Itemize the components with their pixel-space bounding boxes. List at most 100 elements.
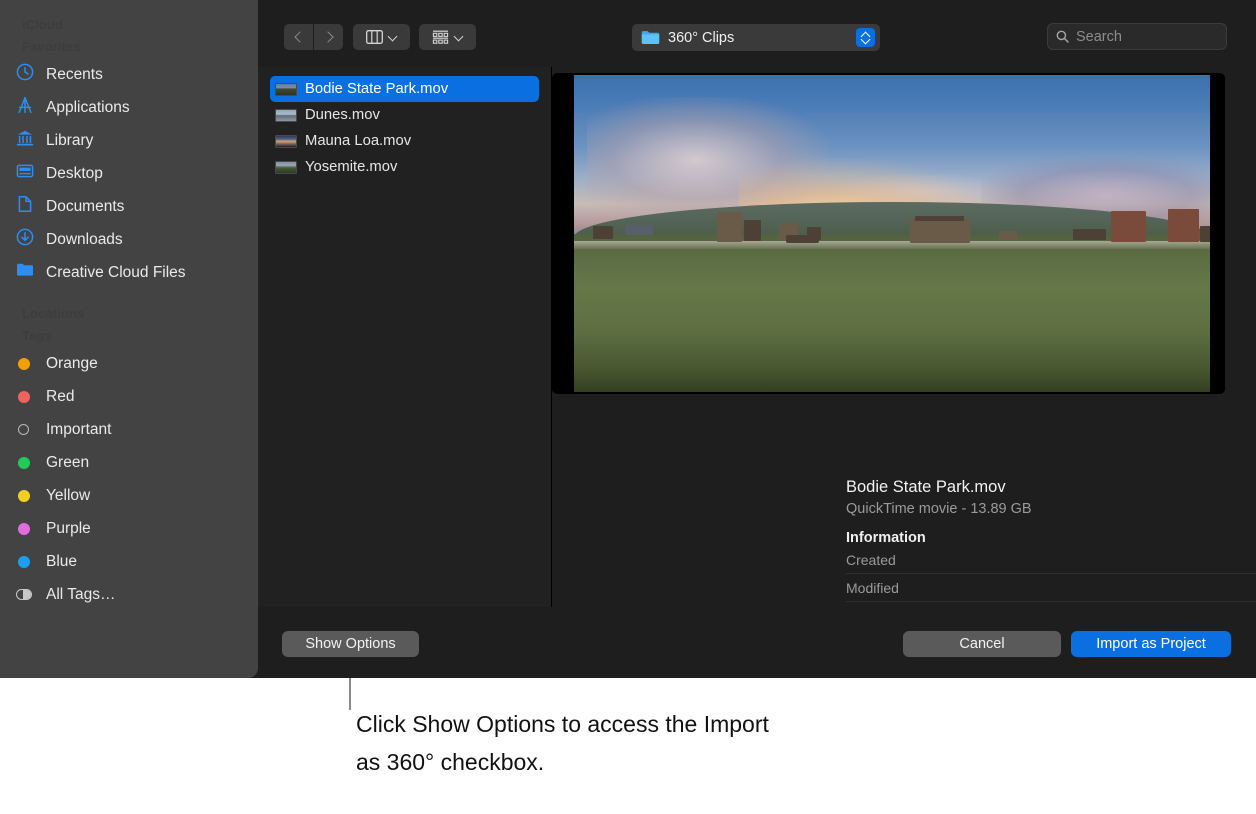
search-icon [1056,30,1069,43]
tag-dot-icon [18,457,30,469]
import-as-project-label: Import as Project [1096,636,1206,652]
sidebar-item-important[interactable]: Important [0,413,258,446]
forward-button[interactable] [314,24,343,50]
sidebar-item-all-tags[interactable]: All Tags… [0,578,258,611]
info-panel: Bodie State Park.mov QuickTime movie - 1… [846,478,1256,607]
show-options-button[interactable]: Show Options [282,631,419,657]
all-tags-icon [16,589,32,600]
sidebar-item-label: Orange [46,355,98,373]
file-list-item[interactable]: Yosemite.mov [270,154,539,180]
sidebar-item-label: Blue [46,553,77,571]
folder-path-popup[interactable]: 360° Clips [632,24,880,51]
folder-icon [641,30,660,45]
file-list-item[interactable]: Dunes.mov [270,102,539,128]
sidebar-item-label: Recents [46,66,103,84]
sidebar-item-label: Downloads [46,231,123,249]
tag-dot-icon [18,556,30,568]
file-name: Yosemite.mov [305,159,397,175]
file-list[interactable]: Bodie State Park.mov Dunes.mov Mauna Loa.m… [258,67,552,607]
sidebar-section-header: iCloud [0,14,258,36]
video-thumbnail-icon [275,83,297,96]
sidebar-item-blue[interactable]: Blue [0,545,258,578]
video-thumbnail-icon [275,161,297,174]
sidebar-item-green[interactable]: Green [0,446,258,479]
up-down-stepper-icon[interactable] [856,28,875,47]
tag-ring-icon [18,424,29,435]
sidebar-item-purple[interactable]: Purple [0,512,258,545]
tag-dot-icon [18,523,30,535]
sidebar-item-label: Green [46,454,89,472]
sidebar-item-label: Desktop [46,165,103,183]
sidebar-item-desktop[interactable]: Desktop [0,157,258,190]
sidebar-item-label: Red [46,388,74,406]
folder-icon [16,261,34,284]
download-icon [16,228,34,251]
sidebar-item-label: All Tags… [46,586,116,604]
information-header: Information Show More [846,529,1256,546]
sidebar-section-header: Favorites [0,36,258,58]
show-options-label: Show Options [305,636,395,652]
sidebar-section-header: Locations [0,303,258,325]
clock-icon [16,63,34,86]
panorama-image [574,75,1210,392]
bottom-bar: Show Options Cancel Import as Project [258,607,1256,678]
group-view-button[interactable] [419,24,476,50]
file-list-item[interactable]: Mauna Loa.mov [270,128,539,154]
info-row-key: Created [846,552,896,568]
media-preview[interactable] [552,73,1225,394]
cancel-button[interactable]: Cancel [903,631,1061,657]
chevron-right-icon [324,32,334,42]
info-row-key: Modified [846,580,899,596]
sidebar-item-creative-cloud-files[interactable]: Creative Cloud Files [0,256,258,289]
information-rows: CreatedThursday, November 30, 2017 at 11… [846,546,1256,607]
chevron-down-icon [455,33,464,42]
file-name: Mauna Loa.mov [305,133,411,149]
sidebar-item-label: Important [46,421,111,439]
file-subtitle: QuickTime movie - 13.89 GB [846,501,1256,517]
file-name: Dunes.mov [305,107,380,123]
sidebar: iCloudFavorites Recents Applications Librar… [0,0,258,678]
chevron-down-icon [389,33,398,42]
column-view-button[interactable] [353,24,410,50]
information-heading: Information [846,530,926,546]
back-button[interactable] [284,24,313,50]
folder-path-label: 360° Clips [668,30,856,46]
sidebar-item-documents[interactable]: Documents [0,190,258,223]
tag-dot-icon [18,391,30,403]
sidebar-item-recents[interactable]: Recents [0,58,258,91]
desktop-icon [16,162,34,185]
sidebar-item-label: Creative Cloud Files [46,264,186,282]
tag-dot-icon [18,490,30,502]
toolbar: 360° Clips Search [258,0,1256,67]
library-icon [16,129,34,152]
file-list-item[interactable]: Bodie State Park.mov [270,76,539,102]
file-name: Bodie State Park.mov [305,81,448,97]
sidebar-item-label: Documents [46,198,124,216]
search-input[interactable]: Search [1047,23,1227,50]
search-placeholder: Search [1076,29,1122,45]
group-view-icon [432,30,449,45]
chevron-left-icon [294,32,304,42]
sidebar-item-label: Applications [46,99,130,117]
sidebar-item-red[interactable]: Red [0,380,258,413]
sidebar-item-downloads[interactable]: Downloads [0,223,258,256]
applications-icon [16,96,34,119]
sidebar-item-applications[interactable]: Applications [0,91,258,124]
video-thumbnail-icon [275,135,297,148]
sidebar-item-label: Library [46,132,93,150]
sidebar-item-label: Yellow [46,487,90,505]
info-row-created: CreatedThursday, November 30, 2017 at 11… [846,546,1256,574]
sidebar-item-yellow[interactable]: Yellow [0,479,258,512]
sidebar-item-orange[interactable]: Orange [0,347,258,380]
info-row-modified: ModifiedThursday, November 30, 2017 at 1… [846,574,1256,602]
video-thumbnail-icon [275,109,297,122]
callout-text: Click Show Options to access the Import … [356,705,776,781]
sidebar-item-library[interactable]: Library [0,124,258,157]
sidebar-item-label: Purple [46,520,91,538]
import-as-project-button[interactable]: Import as Project [1071,631,1231,657]
file-title: Bodie State Park.mov [846,478,1256,497]
cancel-label: Cancel [959,636,1004,652]
callout-leader-line [349,678,351,710]
sidebar-section-header: Tags [0,325,258,347]
main-area: 360° Clips Search Bodie State Park.mov Du… [258,0,1256,678]
